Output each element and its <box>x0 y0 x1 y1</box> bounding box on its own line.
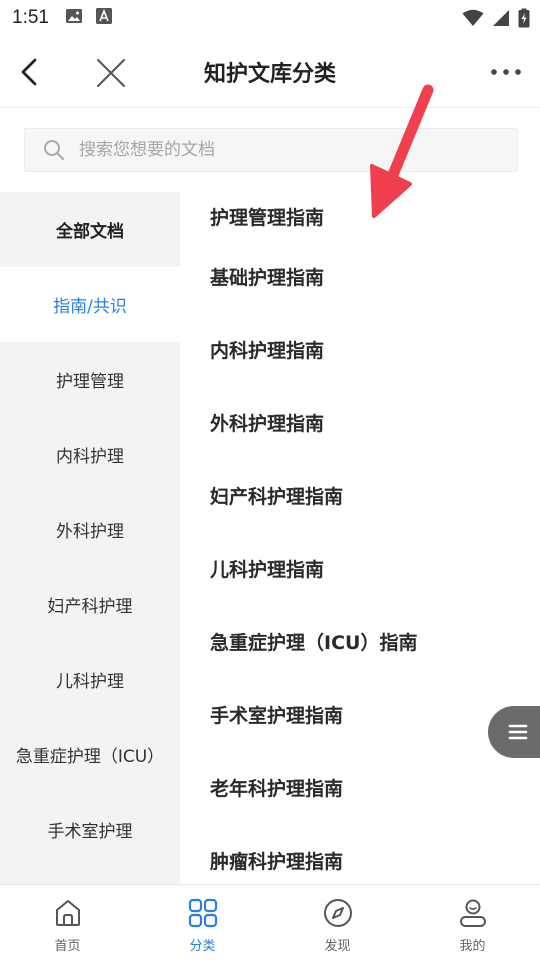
status-bar: 1:51 <box>0 0 540 36</box>
title-bar: 知护文库分类 <box>0 36 540 108</box>
nav-profile-label: 我的 <box>459 939 486 954</box>
sidebar-item-pediatrics[interactable]: 儿科护理 <box>0 642 180 717</box>
list-item[interactable]: 手术室护理指南 <box>180 678 540 751</box>
nav-category-label: 分类 <box>189 939 216 954</box>
nav-profile[interactable]: 我的 <box>405 885 540 960</box>
page-title: 知护文库分类 <box>203 62 336 87</box>
profile-icon <box>459 899 486 927</box>
sidebar-item-internal-medicine[interactable]: 内科护理 <box>0 417 180 492</box>
home-icon <box>55 900 80 926</box>
more-button[interactable] <box>490 64 522 78</box>
list-item[interactable]: 肿瘤科护理指南 <box>180 824 540 884</box>
nav-home-label: 首页 <box>54 939 81 954</box>
list-item[interactable]: 儿科护理指南 <box>180 532 540 605</box>
battery-icon <box>518 8 530 32</box>
list-item[interactable]: 内科护理指南 <box>180 313 540 386</box>
signal-icon <box>492 9 510 31</box>
nav-discover-label: 发现 <box>324 939 351 954</box>
status-time: 1:51 <box>12 7 49 28</box>
sidebar-item-all-documents[interactable]: 全部文档 <box>0 192 180 267</box>
wifi-icon <box>462 9 484 31</box>
list-item[interactable]: 老年科护理指南 <box>180 751 540 824</box>
status-notification-icons <box>65 7 113 29</box>
list-item[interactable]: 基础护理指南 <box>180 240 540 313</box>
sidebar-item-nursing-management[interactable]: 护理管理 <box>0 342 180 417</box>
status-system-icons <box>462 8 530 32</box>
text-notification-icon <box>95 7 113 29</box>
search-box[interactable] <box>24 128 518 172</box>
sidebar-item-operating-room[interactable]: 手术室护理 <box>0 792 180 867</box>
nav-category[interactable]: 分类 <box>135 885 270 960</box>
sidebar-item-guidelines[interactable]: 指南/共识 <box>0 267 180 342</box>
category-sidebar: 全部文档 指南/共识 护理管理 内科护理 外科护理 妇产科护理 儿科护理 急重症… <box>0 192 180 884</box>
category-grid-icon <box>188 898 217 928</box>
list-item[interactable]: 急重症护理（ICU）指南 <box>180 605 540 678</box>
compass-icon <box>323 899 352 927</box>
floating-menu-button[interactable] <box>488 706 540 758</box>
sidebar-item-icu[interactable]: 急重症护理（ICU） <box>0 717 180 792</box>
search-input[interactable] <box>79 140 479 160</box>
sidebar-item-surgery[interactable]: 外科护理 <box>0 492 180 567</box>
list-item[interactable]: 妇产科护理指南 <box>180 459 540 532</box>
sidebar-item-obstetrics[interactable]: 妇产科护理 <box>0 567 180 642</box>
list-item[interactable]: 护理管理指南 <box>180 192 540 240</box>
menu-lines-icon <box>508 724 528 740</box>
search-icon <box>44 140 64 160</box>
nav-home[interactable]: 首页 <box>0 885 135 960</box>
guideline-list: 护理管理指南 基础护理指南 内科护理指南 外科护理指南 妇产科护理指南 儿科护理… <box>180 192 540 884</box>
list-item[interactable]: 外科护理指南 <box>180 386 540 459</box>
bottom-nav: 首页 分类 发现 我的 <box>0 884 540 960</box>
more-dots-icon <box>491 69 521 75</box>
nav-discover[interactable]: 发现 <box>270 885 405 960</box>
image-notification-icon <box>65 7 83 29</box>
